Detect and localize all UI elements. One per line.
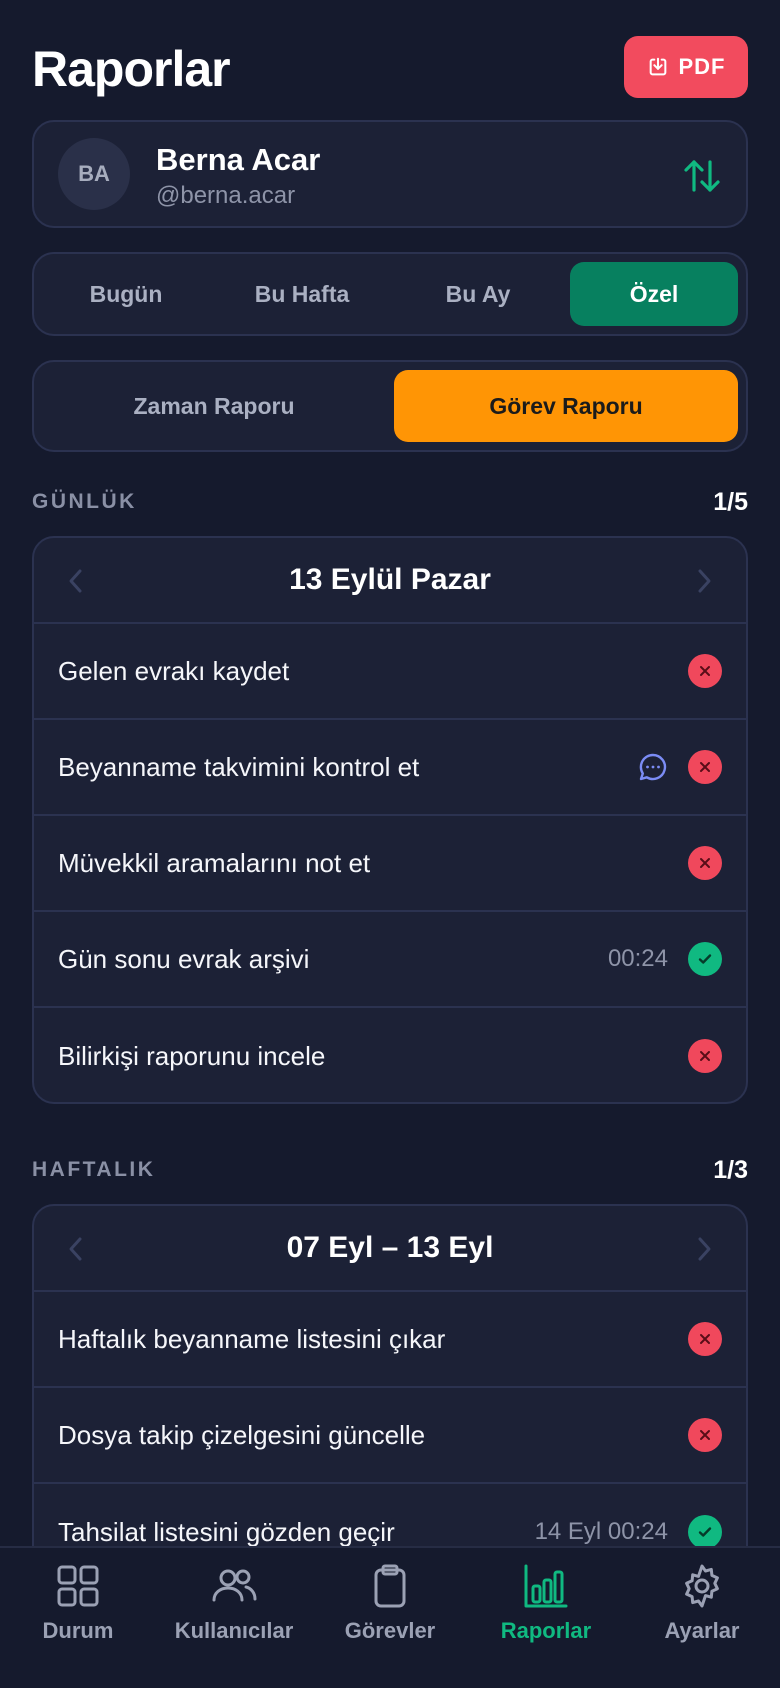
nav-label: Kullanıcılar	[174, 1618, 294, 1643]
task-label: Müvekkil aramalarını not et	[58, 847, 371, 878]
period-tabs: Bugün Bu Hafta Bu Ay Özel	[32, 252, 748, 336]
task-label: Beyanname takvimini kontrol et	[58, 751, 420, 782]
clipboard-icon	[374, 1564, 406, 1608]
nav-label: Raporlar	[500, 1618, 592, 1643]
list-item[interactable]: Beyanname takvimini kontrol et	[34, 720, 746, 816]
failed-icon	[688, 654, 722, 688]
nav-label: Ayarlar	[664, 1618, 740, 1643]
users-icon	[212, 1569, 257, 1602]
grid-icon	[57, 1565, 99, 1607]
weekly-date: 07 Eyl – 13 Eyl	[286, 1231, 494, 1264]
nav-ayarlar[interactable]: Ayarlar	[624, 1548, 780, 1688]
list-item[interactable]: Gün sonu evrak arşivi 00:24	[34, 912, 746, 1008]
daily-task-list: 13 Eylül Pazar Gelen evrakı kaydet Beyan…	[32, 536, 748, 1104]
list-item[interactable]: Gelen evrakı kaydet	[34, 624, 746, 720]
tab-task-report[interactable]: Görev Raporu	[394, 370, 738, 442]
nav-raporlar[interactable]: Raporlar	[468, 1548, 624, 1688]
avatar: BA	[58, 138, 130, 210]
weekly-count: 1/3	[713, 1156, 748, 1184]
failed-icon	[688, 1322, 722, 1356]
task-time: 14 Eyl 00:24	[534, 1518, 668, 1545]
weekly-section-label: HAFTALIK	[32, 1158, 156, 1181]
check-icon	[688, 1515, 722, 1546]
failed-icon	[688, 846, 722, 880]
gear-icon	[685, 1564, 719, 1608]
swap-icon[interactable]	[682, 158, 722, 194]
daily-date: 13 Eylül Pazar	[289, 563, 491, 596]
tab-this-week[interactable]: Bu Hafta	[218, 262, 386, 326]
weekly-date-header: 07 Eyl – 13 Eyl	[34, 1206, 746, 1292]
weekly-task-list: 07 Eyl – 13 Eyl Haftalık beyanname liste…	[32, 1204, 748, 1546]
nav-label: Görevler	[344, 1618, 436, 1643]
user-handle: @berna.acar	[156, 182, 296, 209]
list-item[interactable]: Dosya takip çizelgesini güncelle	[34, 1388, 746, 1484]
user-name: Berna Acar	[156, 142, 321, 177]
nav-gorevler[interactable]: Görevler	[312, 1548, 468, 1688]
page-title: Raporlar	[32, 41, 231, 97]
tab-this-month[interactable]: Bu Ay	[394, 262, 562, 326]
daily-count: 1/5	[713, 488, 748, 516]
pdf-label: PDF	[678, 54, 726, 79]
report-type-tabs: Zaman Raporu Görev Raporu	[32, 360, 748, 452]
task-label: Gün sonu evrak arşivi	[58, 943, 310, 974]
pdf-export-button[interactable]: PDF	[624, 36, 748, 98]
bar-chart-icon	[524, 1564, 568, 1608]
list-item[interactable]: Bilirkişi raporunu incele	[34, 1008, 746, 1102]
header: Raporlar PDF	[32, 36, 748, 98]
task-label: Gelen evrakı kaydet	[58, 655, 290, 686]
failed-icon	[688, 750, 722, 784]
nav-kullanicilar[interactable]: Kullanıcılar	[156, 1548, 312, 1688]
check-icon	[688, 942, 722, 976]
tab-today[interactable]: Bugün	[42, 262, 210, 326]
task-label: Bilirkişi raporunu incele	[58, 1040, 326, 1071]
nav-label: Durum	[42, 1618, 114, 1643]
list-item[interactable]: Tahsilat listesini gözden geçir 14 Eyl 0…	[34, 1484, 746, 1546]
chevron-right-icon[interactable]	[690, 1234, 718, 1264]
task-label: Haftalık beyanname listesini çıkar	[58, 1323, 446, 1354]
reports-page: Raporlar PDF BA Berna Acar @berna.acar B…	[0, 0, 780, 1546]
chevron-right-icon[interactable]	[690, 566, 718, 596]
download-icon	[649, 57, 666, 76]
daily-date-header: 13 Eylül Pazar	[34, 538, 746, 624]
nav-durum[interactable]: Durum	[0, 1548, 156, 1688]
user-selector[interactable]: BA Berna Acar @berna.acar	[32, 120, 748, 228]
list-item[interactable]: Müvekkil aramalarını not et	[34, 816, 746, 912]
comment-icon[interactable]	[638, 752, 668, 782]
daily-section-label: GÜNLÜK	[32, 490, 137, 513]
task-label: Dosya takip çizelgesini güncelle	[58, 1419, 426, 1450]
failed-icon	[688, 1418, 722, 1452]
tab-time-report[interactable]: Zaman Raporu	[42, 370, 386, 442]
list-item[interactable]: Haftalık beyanname listesini çıkar	[34, 1292, 746, 1388]
chevron-left-icon[interactable]	[62, 1234, 90, 1264]
tab-custom[interactable]: Özel	[570, 262, 738, 326]
task-time: 00:24	[607, 945, 668, 972]
failed-icon	[688, 1039, 722, 1073]
chevron-left-icon[interactable]	[62, 566, 90, 596]
task-label: Tahsilat listesini gözden geçir	[58, 1516, 395, 1547]
bottom-navigation: Durum Kullanıcılar Görevler Raporlar Aya…	[0, 1546, 780, 1688]
